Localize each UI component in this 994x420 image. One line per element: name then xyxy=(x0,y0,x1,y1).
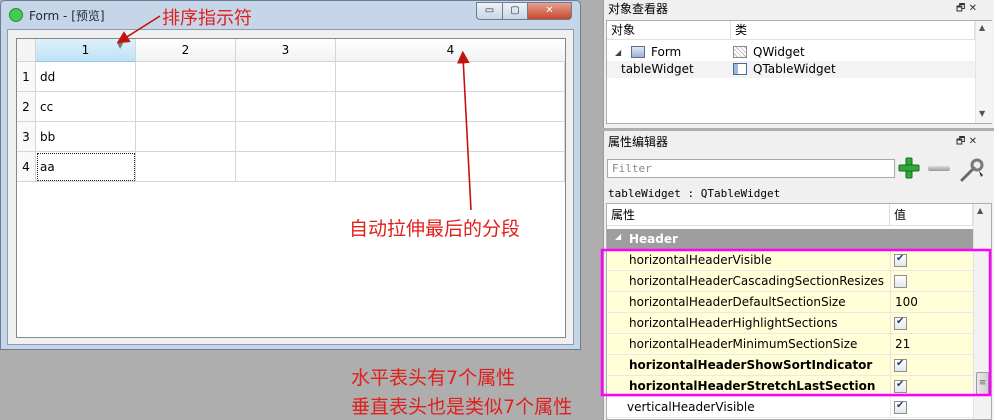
annotation-stretch-last: 自动拉伸最后的分段 xyxy=(349,218,521,240)
arrow-sort-indicator xyxy=(116,15,161,44)
annotation-note-line1: 水平表头有7个属性 xyxy=(351,367,516,389)
arrow-stretch-section xyxy=(456,50,472,211)
highlight-box xyxy=(600,248,992,397)
annotation-note-line2: 垂直表头也是类似7个属性 xyxy=(351,396,573,418)
annotation-sort-indicator: 排序指示符 xyxy=(162,8,252,29)
annotation-overlay xyxy=(116,15,992,397)
